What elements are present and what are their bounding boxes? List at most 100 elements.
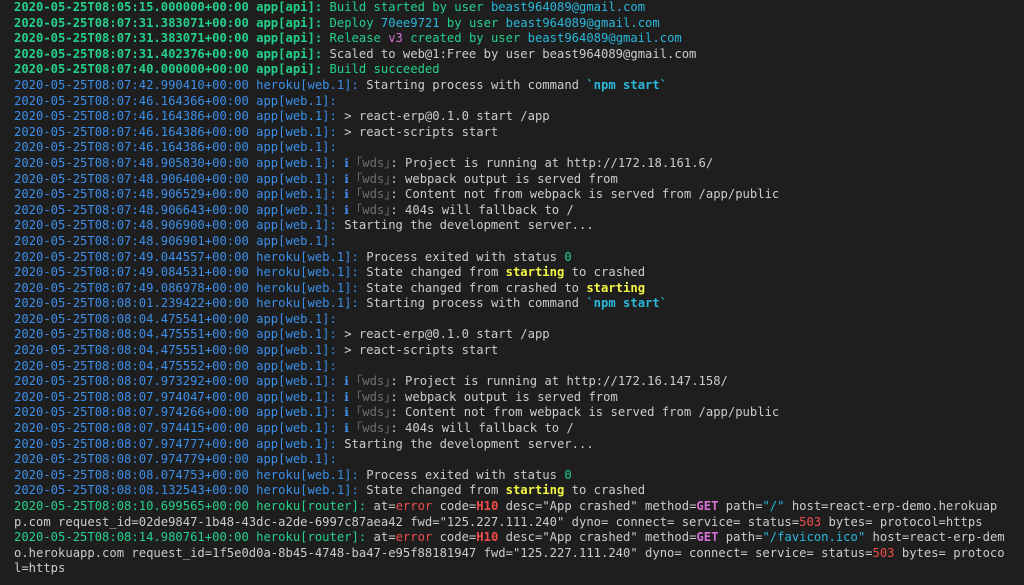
log-source-prefix: 2020-05-25T08:07:48.906900+00:00 app[web…: [14, 218, 345, 233]
log-message-segment: beast964089@gmail.com: [527, 31, 682, 46]
log-message-segment: State changed from crashed to: [366, 280, 587, 295]
log-message-segment: Process exited with status: [366, 467, 565, 482]
log-line: 2020-05-25T08:08:04.475541+00:00 app[web…: [14, 312, 1024, 328]
log-source-prefix: 2020-05-25T08:07:49.084531+00:00 heroku[…: [14, 265, 367, 280]
log-line: 2020-05-25T08:07:46.164386+00:00 app[web…: [14, 109, 1024, 125]
log-source-prefix: 2020-05-25T08:07:31.383071+00:00 app[api…: [14, 31, 330, 46]
log-message-segment: to crashed: [564, 483, 646, 498]
log-message-segment: `npm start`: [586, 77, 668, 92]
log-source-prefix: 2020-05-25T08:08:07.974266+00:00 app[web…: [14, 405, 345, 420]
log-line: 2020-05-25T08:08:07.974047+00:00 app[web…: [14, 390, 1024, 406]
log-line: 2020-05-25T08:07:49.084531+00:00 heroku[…: [14, 265, 1024, 281]
log-message-segment: bytes= protocol=https: [821, 514, 983, 529]
log-source-prefix: 2020-05-25T08:07:48.906400+00:00 app[web…: [14, 171, 345, 186]
log-source-prefix: 2020-05-25T08:08:07.974777+00:00 app[web…: [14, 436, 345, 451]
log-message-segment: Deploy: [329, 15, 381, 30]
log-source-prefix: 2020-05-25T08:08:01.239422+00:00 heroku[…: [14, 296, 367, 311]
log-line: 2020-05-25T08:07:48.906901+00:00 app[web…: [14, 234, 1024, 250]
log-line: 2020-05-25T08:08:08.074753+00:00 heroku[…: [14, 468, 1024, 484]
log-message-segment: ｢wds｣: [356, 171, 391, 186]
log-message-segment: by user: [439, 15, 506, 30]
log-source-prefix: 2020-05-25T08:07:42.990410+00:00 heroku[…: [14, 77, 367, 92]
log-message-segment: ｢wds｣: [356, 155, 391, 170]
log-message-segment: beast964089@gmail.com: [505, 15, 660, 30]
log-line: 2020-05-25T08:07:31.383071+00:00 app[api…: [14, 31, 1024, 47]
log-message-segment: starting: [586, 280, 646, 295]
log-message-segment: Starting the development server...: [344, 436, 594, 451]
log-source-prefix: 2020-05-25T08:08:08.132543+00:00 heroku[…: [14, 483, 367, 498]
log-source-prefix: 2020-05-25T08:08:04.475541+00:00 app[web…: [14, 311, 337, 326]
log-line: 2020-05-25T08:08:07.974777+00:00 app[web…: [14, 437, 1024, 453]
log-message-segment: : 404s will fallback to /: [390, 202, 574, 217]
log-message-segment: Starting process with command: [366, 296, 587, 311]
log-message-segment: created by user: [402, 31, 528, 46]
log-message-segment: ｢wds｣: [356, 187, 391, 202]
log-message-segment: Scaled to web@1:Free by user beast964089…: [329, 46, 697, 61]
log-message-segment: State changed from: [366, 265, 506, 280]
log-source-prefix: 2020-05-25T08:07:49.044557+00:00 heroku[…: [14, 249, 367, 264]
log-source-prefix: 2020-05-25T08:07:48.906643+00:00 app[web…: [14, 202, 345, 217]
log-message-segment: : Content not from webpack is served fro…: [390, 187, 780, 202]
log-message-segment: ℹ: [344, 155, 357, 170]
log-message-segment: ℹ: [344, 187, 357, 202]
log-message-segment: "/": [762, 499, 785, 513]
log-line: 2020-05-25T08:07:46.164386+00:00 app[web…: [14, 125, 1024, 141]
log-source-prefix: 2020-05-25T08:08:07.973292+00:00 app[web…: [14, 374, 345, 389]
log-message-segment: desc="App crashed" method=: [498, 499, 697, 513]
log-message-segment: ｢wds｣: [356, 421, 391, 436]
log-message-segment: Starting process with command: [366, 77, 587, 92]
log-line: 2020-05-25T08:07:40.000000+00:00 app[api…: [14, 62, 1024, 78]
log-message-segment: ℹ: [344, 374, 357, 389]
log-message-segment: 70ee9721: [380, 15, 440, 30]
log-message-segment: Build started by user: [329, 0, 491, 14]
log-message-segment: error: [395, 530, 433, 545]
log-source-prefix: 2020-05-25T08:08:07.974415+00:00 app[web…: [14, 421, 345, 436]
log-message-segment: starting: [505, 265, 565, 280]
log-line: 2020-05-25T08:07:49.044557+00:00 heroku[…: [14, 250, 1024, 266]
log-line: 2020-05-25T08:07:42.990410+00:00 heroku[…: [14, 78, 1024, 94]
log-line: 2020-05-25T08:07:48.905830+00:00 app[web…: [14, 156, 1024, 172]
terminal-log-output[interactable]: 2020-05-25T08:05:15.000000+00:00 app[api…: [0, 0, 1024, 585]
log-message-segment: Release: [329, 31, 389, 46]
log-message-segment: : Project is running at http://172.18.16…: [390, 155, 714, 170]
log-source-prefix: 2020-05-25T08:08:04.475551+00:00 app[web…: [14, 343, 345, 358]
log-source-prefix: 2020-05-25T08:07:46.164386+00:00 app[web…: [14, 140, 337, 155]
log-line: 2020-05-25T08:08:07.974266+00:00 app[web…: [14, 405, 1024, 421]
log-source-prefix: 2020-05-25T08:07:40.000000+00:00 app[api…: [14, 62, 330, 77]
log-line: 2020-05-25T08:05:15.000000+00:00 app[api…: [14, 0, 1024, 16]
log-source-prefix: 2020-05-25T08:07:31.383071+00:00 app[api…: [14, 15, 330, 30]
log-line: 2020-05-25T08:07:46.164366+00:00 app[web…: [14, 94, 1024, 110]
log-message-segment: Process exited with status: [366, 249, 565, 264]
log-message-segment: ｢wds｣: [356, 202, 391, 217]
log-line: 2020-05-25T08:07:48.906643+00:00 app[web…: [14, 203, 1024, 219]
log-message-segment: error: [395, 499, 433, 513]
log-source-prefix: 2020-05-25T08:08:07.974779+00:00 app[web…: [14, 452, 337, 467]
log-message-segment: 503: [799, 514, 822, 529]
log-line: 2020-05-25T08:07:49.086978+00:00 heroku[…: [14, 281, 1024, 297]
log-message-segment: ℹ: [344, 202, 357, 217]
log-message-segment: ｢wds｣: [356, 405, 391, 420]
log-message-segment: path=: [718, 530, 763, 545]
log-message-segment: starting: [505, 483, 565, 498]
log-source-prefix: 2020-05-25T08:08:10.699565+00:00 heroku[…: [14, 499, 374, 513]
log-message-segment: State changed from: [366, 483, 506, 498]
log-message-segment: v3: [388, 31, 403, 46]
log-source-prefix: 2020-05-25T08:08:04.475551+00:00 app[web…: [14, 327, 345, 342]
log-message-segment: GET: [696, 499, 719, 513]
log-message-segment: Build succeeded: [329, 62, 440, 77]
log-line: 2020-05-25T08:08:08.132543+00:00 heroku[…: [14, 483, 1024, 499]
log-line: 2020-05-25T08:07:48.906400+00:00 app[web…: [14, 172, 1024, 188]
log-message-segment: : Project is running at http://172.16.14…: [390, 374, 728, 389]
log-message-segment: Starting the development server...: [344, 218, 594, 233]
log-message-segment: `npm start`: [586, 296, 668, 311]
log-message-segment: > react-scripts start: [344, 343, 499, 358]
log-message-segment: ｢wds｣: [356, 374, 391, 389]
log-source-prefix: 2020-05-25T08:07:46.164366+00:00 app[web…: [14, 93, 337, 108]
log-source-prefix: 2020-05-25T08:07:48.906529+00:00 app[web…: [14, 187, 345, 202]
log-source-prefix: 2020-05-25T08:07:31.402376+00:00 app[api…: [14, 46, 330, 61]
log-message-segment: "/favicon.ico": [762, 530, 866, 545]
log-source-prefix: 2020-05-25T08:08:07.974047+00:00 app[web…: [14, 389, 345, 404]
log-message-segment: > react-erp@0.1.0 start /app: [344, 327, 550, 342]
log-source-prefix: 2020-05-25T08:07:48.906901+00:00 app[web…: [14, 233, 337, 248]
log-line: 2020-05-25T08:07:48.906529+00:00 app[web…: [14, 187, 1024, 203]
